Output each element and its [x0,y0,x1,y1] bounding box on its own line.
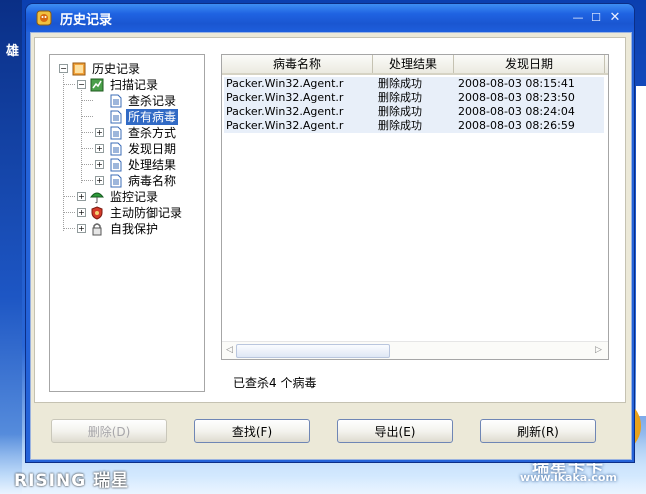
tree-item-label: 查杀记录 [128,94,177,108]
document-icon [110,94,122,108]
cell-virus-name: Packer.Win32.Agent.r [226,91,344,104]
tree-item-label: 自我保护 [110,222,159,236]
tree-item-monitor[interactable]: + 监控记录 [50,189,200,205]
cell-virus-name: Packer.Win32.Agent.r [226,119,344,132]
history-window: 历史记录 — ☐ ✕ − 历史记录 − 扫描记录 查杀记录 所有病毒 + 查杀方… [26,4,634,462]
minimize-icon[interactable]: — [571,11,585,25]
collapse-icon[interactable]: − [59,64,68,73]
tree-item-label-selected: 所有病毒 [126,109,179,125]
tree-item-virus-name[interactable]: + 病毒名称 [50,173,200,189]
tree-item-scan-records[interactable]: 查杀记录 [50,93,200,109]
tree-item-label: 处理结果 [128,158,177,172]
scroll-left-icon[interactable]: ◁ [223,344,236,357]
rising-brand-logo: RISING 瑞星 [14,471,130,491]
tree-item-active-defense[interactable]: + 主动防御记录 [50,205,200,221]
tree-item-scan-method[interactable]: + 查杀方式 [50,125,200,141]
expand-icon[interactable]: + [77,208,86,217]
cell-date: 2008-08-03 08:15:41 [458,77,575,90]
table-row[interactable]: Packer.Win32.Agent.r 删除成功 2008-08-03 08:… [224,91,604,105]
document-icon [110,158,122,172]
content-frame: − 历史记录 − 扫描记录 查杀记录 所有病毒 + 查杀方式 + 发现日期 + … [34,37,626,403]
cell-date: 2008-08-03 08:24:04 [458,105,575,118]
cell-result: 删除成功 [378,119,422,132]
table-row[interactable]: Packer.Win32.Agent.r 删除成功 2008-08-03 08:… [224,119,604,133]
collapse-icon[interactable]: − [77,80,86,89]
desktop-right-strip [636,86,646,416]
refresh-button[interactable]: 刷新(R) [480,419,596,443]
tree-item-label: 查杀方式 [128,126,177,140]
expand-icon[interactable]: + [77,224,86,233]
tree-item-scan[interactable]: − 扫描记录 [50,77,200,93]
column-header-date[interactable]: 发现日期 [454,55,605,73]
cell-date: 2008-08-03 08:26:59 [458,119,575,132]
horizontal-scrollbar[interactable]: ◁ ▷ [222,341,608,359]
maximize-icon[interactable]: ☐ [589,11,603,25]
cell-result: 删除成功 [378,105,422,118]
tree-item-all-viruses[interactable]: 所有病毒 [50,109,200,125]
tree-item-label: 扫描记录 [110,78,159,92]
export-button[interactable]: 导出(E) [337,419,453,443]
history-tree: − 历史记录 − 扫描记录 查杀记录 所有病毒 + 查杀方式 + 发现日期 + … [49,54,205,392]
list-header: 病毒名称 处理结果 发现日期 [222,55,608,75]
status-text: 已查杀4 个病毒 [233,376,317,390]
document-icon [110,174,122,188]
expand-icon[interactable]: + [95,144,104,153]
umbrella-icon [90,192,104,204]
table-row[interactable]: Packer.Win32.Agent.r 删除成功 2008-08-03 08:… [224,105,604,119]
lock-icon [92,223,102,236]
cell-virus-name: Packer.Win32.Agent.r [226,105,344,118]
window-client-area: − 历史记录 − 扫描记录 查杀记录 所有病毒 + 查杀方式 + 发现日期 + … [30,32,632,460]
tree-item-result[interactable]: + 处理结果 [50,157,200,173]
shield-icon [91,206,103,220]
tree-item-label: 病毒名称 [128,174,177,188]
table-row[interactable]: Packer.Win32.Agent.r 删除成功 2008-08-03 08:… [224,77,604,91]
expand-icon[interactable]: + [95,160,104,169]
window-title: 历史记录 [60,13,113,28]
tree-item-self-protect[interactable]: + 自我保护 [50,221,200,237]
tree-item-label: 发现日期 [128,142,177,156]
tree-item-label: 主动防御记录 [110,206,183,220]
virus-list: 病毒名称 处理结果 发现日期 Packer.Win32.Agent.r 删除成功… [221,54,609,360]
watermark-url: www.ikaka.com [520,471,617,484]
find-button[interactable]: 查找(F) [194,419,310,443]
cell-result: 删除成功 [378,77,422,90]
expand-icon[interactable]: + [77,192,86,201]
column-header-result[interactable]: 处理结果 [373,55,454,73]
tree-item-label: 历史记录 [92,62,141,76]
close-icon[interactable]: ✕ [608,11,622,25]
delete-button[interactable]: 删除(D) [51,419,167,443]
desktop-left-text: 雄 [6,44,20,59]
cell-virus-name: Packer.Win32.Agent.r [226,77,344,90]
cell-result: 删除成功 [378,91,422,104]
app-shield-icon [36,10,52,26]
column-header-virus-name[interactable]: 病毒名称 [222,55,373,73]
history-book-icon [72,62,86,76]
expand-icon[interactable]: + [95,128,104,137]
scroll-right-icon[interactable]: ▷ [592,344,605,357]
document-icon [110,126,122,140]
tree-item-found-date[interactable]: + 发现日期 [50,141,200,157]
title-bar[interactable]: 历史记录 — ☐ ✕ [26,4,634,32]
tree-item-label: 监控记录 [110,190,159,204]
scan-icon [90,78,104,92]
expand-icon[interactable]: + [95,176,104,185]
document-icon [110,142,122,156]
cell-date: 2008-08-03 08:23:50 [458,91,575,104]
tree-item-history[interactable]: − 历史记录 [50,61,200,77]
desktop-left-strip [0,0,22,494]
document-icon [110,110,122,124]
scrollbar-thumb[interactable] [236,344,390,358]
